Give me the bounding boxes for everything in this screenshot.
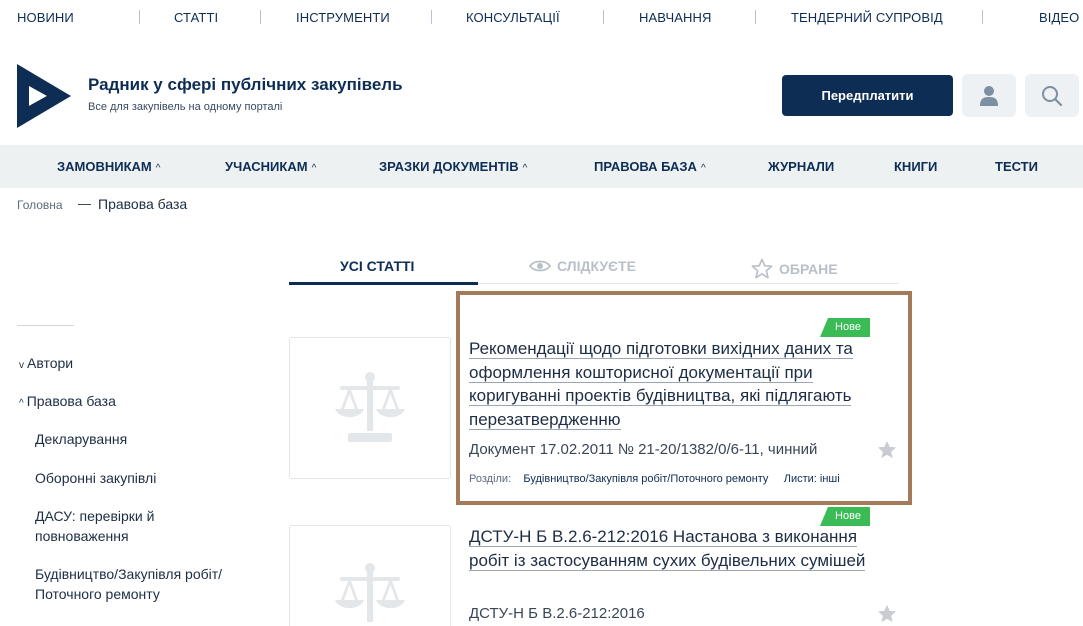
menu-legal-base[interactable]: ПРАВОВА БАЗА ^ [594,159,706,174]
topnav-training[interactable]: НАВЧАННЯ [639,10,711,25]
topnav-separator [755,10,756,24]
topnav-separator [982,10,983,24]
eye-icon [529,260,551,272]
topnav-separator [260,10,261,24]
article-title-link[interactable]: ДСТУ-Н Б В.2.6-212:2016 Настанова з вико… [469,527,866,571]
topnav-tender-support[interactable]: ТЕНДЕРНИЙ СУПРОВІД [791,10,943,25]
chevron-down-icon: v [19,360,24,371]
article-document-info: Документ 17.02.2011 № 21-20/1382/0/6-11,… [469,441,818,458]
menu-document-samples[interactable]: ЗРАЗКИ ДОКУМЕНТІВ ^ [379,159,527,174]
topnav-news[interactable]: НОВИНИ [17,10,74,25]
top-nav: НОВИНИ СТАТТІ ІНСТРУМЕНТИ КОНСУЛЬТАЦІЇ Н… [0,0,1083,36]
letters-link[interactable]: Листи: інші [784,473,840,485]
sidebar-item-legal-base[interactable]: ^ Правова база [19,391,116,414]
chevron-up-icon: ^ [155,163,161,174]
menu-tests[interactable]: ТЕСТИ [995,159,1038,174]
site-subtitle: Все для закупівель на одному порталі [88,101,283,113]
menu-participants[interactable]: УЧАСНИКАМ ^ [225,159,316,174]
menu-participants-label: УЧАСНИКАМ [225,159,308,174]
chevron-up-icon: ^ [700,163,706,174]
topnav-separator [603,10,604,24]
menu-legal-base-label: ПРАВОВА БАЗА [594,159,697,174]
menu-books[interactable]: КНИГИ [894,159,937,174]
menu-journals[interactable]: ЖУРНАЛИ [768,159,834,174]
tab-following-label: СЛІДКУЄТЕ [557,258,636,274]
article-title-link[interactable]: Рекомендації щодо підготовки вихідних да… [469,339,853,430]
logo-icon[interactable] [17,64,71,128]
breadcrumb-current: Правова база [98,196,188,212]
topnav-consultations[interactable]: КОНСУЛЬТАЦІЇ [466,10,560,25]
subscribe-button[interactable]: Передплатити [782,75,953,116]
sidebar-item-label: Автори [27,355,74,371]
menu-customers-label: ЗАМОВНИКАМ [57,159,152,174]
sidebar-divider [17,325,74,326]
chevron-up-icon: ^ [522,163,528,174]
user-icon [980,85,998,106]
sidebar-item-declaring[interactable]: Декларування [35,429,265,449]
new-badge: Нове [820,507,870,526]
breadcrumb-separator: — [78,196,91,211]
topnav-articles[interactable]: СТАТТІ [174,10,218,25]
active-tab-indicator [289,282,478,285]
article-document-info: ДСТУ-Н Б В.2.6-212:2016 [469,605,645,622]
menu-customers[interactable]: ЗАМОВНИКАМ ^ [57,159,160,174]
sidebar-item-label: Правова база [26,393,116,409]
tab-following[interactable]: СЛІДКУЄТЕ [529,258,636,274]
chevron-up-icon: ^ [311,163,317,174]
topnav-separator [431,10,432,24]
star-icon[interactable] [877,604,897,623]
sidebar-item-defense-procurement[interactable]: Оборонні закупівлі [35,468,265,488]
topnav-separator [139,10,140,24]
menu-document-samples-label: ЗРАЗКИ ДОКУМЕНТІВ [379,159,519,174]
user-button[interactable] [962,74,1016,117]
sections-label: Розділи: [469,473,512,485]
site-title[interactable]: Радник у сфері публічних закупівель [88,75,403,95]
topnav-tools[interactable]: ІНСТРУМЕНТИ [296,10,390,25]
search-button[interactable] [1025,74,1079,117]
scales-icon [335,372,405,442]
article-title[interactable]: ДСТУ-Н Б В.2.6-212:2016 Настанова з вико… [469,525,889,572]
tab-favorites-label: ОБРАНЕ [779,260,838,277]
star-icon[interactable] [877,440,897,459]
topnav-video[interactable]: ВІДЕО [1039,10,1079,25]
star-outline-icon [751,258,773,279]
breadcrumb-home[interactable]: Головна [17,198,63,212]
sidebar-item-dasu[interactable]: ДАСУ: перевірки й повноваження [35,506,215,546]
article-meta: Розділи: Будівництво/Закупівля робіт/Пот… [469,473,840,485]
scales-icon [335,563,405,622]
sidebar-item-authors[interactable]: v Автори [19,353,73,376]
tab-favorites[interactable]: ОБРАНЕ [751,258,838,279]
article-thumbnail[interactable] [289,525,451,626]
section-link[interactable]: Будівництво/Закупівля робіт/Поточного ре… [523,473,768,485]
article-title[interactable]: Рекомендації щодо підготовки вихідних да… [469,337,889,431]
new-badge: Нове [820,318,870,337]
search-icon [1042,85,1063,106]
article-thumbnail[interactable] [289,337,451,479]
sidebar-item-construction[interactable]: Будівництво/Закупівля робіт/ Поточного р… [35,564,265,604]
chevron-up-icon: ^ [19,398,24,409]
main-menu: ЗАМОВНИКАМ ^ УЧАСНИКАМ ^ ЗРАЗКИ ДОКУМЕНТІВ… [0,145,1083,188]
tab-all-articles[interactable]: УСІ СТАТТІ [340,258,414,274]
